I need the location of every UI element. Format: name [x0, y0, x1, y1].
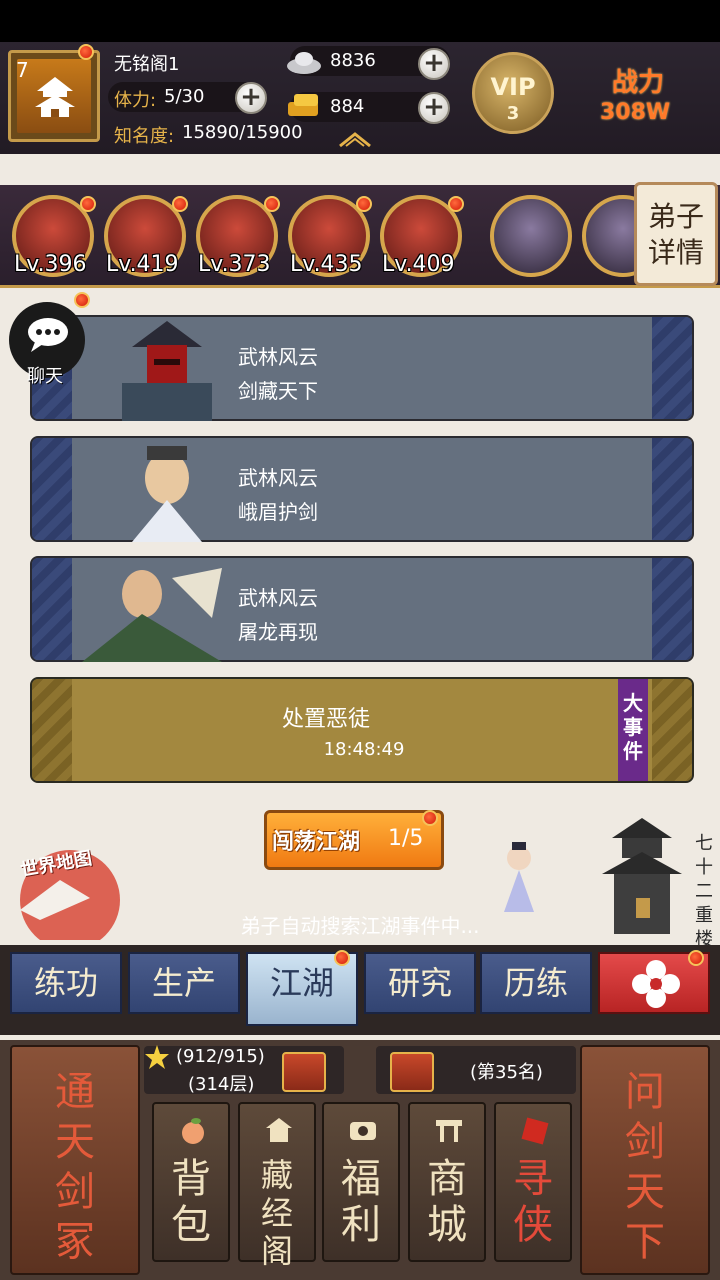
- notification-dot: [334, 950, 350, 966]
- right-big-label: 问剑天下: [625, 1069, 665, 1265]
- event-subtitle: 屠龙再现: [238, 620, 318, 644]
- wander-count: 1/5: [388, 826, 424, 851]
- expand-chevron-icon[interactable]: [338, 130, 372, 148]
- add-silver-button[interactable]: +: [418, 48, 450, 80]
- notification-dot: [78, 44, 94, 60]
- power-value: 308W: [600, 100, 671, 125]
- vip-label: VIP: [490, 73, 536, 101]
- status-bar: [0, 0, 720, 42]
- notification-dot: [264, 196, 280, 212]
- stamina-label: 体力:: [114, 90, 157, 111]
- locked-disciple-avatar[interactable]: [490, 195, 572, 277]
- notification-dot: [688, 950, 704, 966]
- disciple-level: Lv.419: [106, 252, 179, 277]
- flower-emblem-icon: [632, 960, 680, 1008]
- tower-progress: (912/915): [176, 1046, 265, 1067]
- disciple-detail-button[interactable]: 弟子详情: [634, 182, 718, 286]
- seek-hero-label: 寻侠: [513, 1156, 553, 1248]
- seek-hero-button[interactable]: 寻侠: [494, 1102, 572, 1262]
- auto-search-status: 弟子自动搜索江湖事件中...: [240, 914, 480, 938]
- shop-label: 商城: [427, 1156, 467, 1248]
- event-subtitle: 峨眉护剑: [238, 500, 318, 524]
- vip-badge[interactable]: VIP 3: [472, 52, 554, 134]
- tower-floor: (314层): [188, 1074, 255, 1095]
- tab-production[interactable]: 生产: [128, 952, 240, 1014]
- scripture-library-label: 藏经阁: [260, 1156, 293, 1270]
- star-icon: [145, 1045, 169, 1069]
- tongtian-sword-tomb-button[interactable]: 通天剑冢: [10, 1045, 140, 1275]
- welfare-label: 福利: [341, 1156, 381, 1248]
- gold-amount: 884: [330, 96, 365, 117]
- player-name: 无铭阁1: [114, 54, 180, 75]
- add-stamina-button[interactable]: +: [235, 82, 267, 114]
- power-label: 战力: [612, 68, 665, 98]
- shop-gate-icon: [436, 1120, 462, 1142]
- event-title: 武林风云: [238, 586, 318, 610]
- disciple-detail-label: 弟子详情: [647, 200, 704, 269]
- notification-dot: [448, 196, 464, 212]
- big-event-tag: 大事件: [618, 679, 648, 781]
- add-gold-button[interactable]: +: [418, 92, 450, 124]
- wander-label: 闯荡江湖: [272, 830, 361, 855]
- scholar-portrait: [82, 568, 222, 662]
- shop-button[interactable]: 商城: [408, 1102, 486, 1262]
- notification-dot: [74, 292, 90, 308]
- big-event-card[interactable]: 处置恶徒 18:48:49: [30, 677, 694, 783]
- notification-dot: [422, 810, 438, 826]
- silver-amount: 8836: [330, 50, 376, 71]
- big-event-title: 处置恶徒: [281, 707, 370, 732]
- stamina-value: 5/30: [164, 86, 205, 107]
- gift-box-icon[interactable]: [282, 1052, 326, 1092]
- disciple-level: Lv.373: [198, 252, 271, 277]
- tab-research[interactable]: 研究: [364, 952, 476, 1014]
- event-card[interactable]: 武林风云 屠龙再现: [30, 556, 694, 662]
- fame-label: 知名度:: [114, 126, 175, 147]
- pagoda-icon: [35, 77, 75, 117]
- event-title: 武林风云: [238, 345, 318, 369]
- event-card[interactable]: 武林风云 峨眉护剑: [30, 436, 694, 542]
- vip-level: 3: [506, 103, 520, 124]
- event-title: 武林风云: [238, 466, 318, 490]
- event-card[interactable]: 武林风云 剑藏天下: [30, 315, 694, 421]
- player-level: 7: [16, 58, 29, 82]
- disciple-level: Lv.409: [382, 252, 455, 277]
- backpack-label: 背包: [171, 1156, 211, 1248]
- coin-icon: [350, 1122, 376, 1140]
- wandering-character-sprite: [504, 842, 534, 912]
- gift-box-icon[interactable]: [390, 1052, 434, 1092]
- tab-training[interactable]: 练功: [10, 952, 122, 1014]
- samurai-portrait: [122, 321, 212, 421]
- chat-label: 聊天: [27, 366, 63, 387]
- red-seal-icon: [521, 1117, 549, 1145]
- event-subtitle: 剑藏天下: [238, 379, 318, 403]
- peach-icon: [182, 1118, 204, 1144]
- scripture-library-button[interactable]: 藏经阁: [238, 1102, 316, 1270]
- disciple-level: Lv.435: [290, 252, 363, 277]
- big-event-timer: 18:48:49: [323, 739, 405, 760]
- wenjian-tianxia-button[interactable]: 问剑天下: [580, 1045, 710, 1275]
- notification-dot: [356, 196, 372, 212]
- left-big-label: 通天剑冢: [55, 1069, 95, 1265]
- rank-value: (第35名): [470, 1062, 543, 1083]
- welfare-button[interactable]: 福利: [322, 1102, 400, 1262]
- notification-dot: [172, 196, 188, 212]
- fame-value: 15890/15900: [182, 122, 303, 143]
- chat-bubble-icon: [28, 318, 68, 352]
- silver-ingot-icon: [287, 52, 321, 74]
- disciple-level: Lv.396: [14, 252, 87, 277]
- backpack-button[interactable]: 背包: [152, 1102, 230, 1262]
- notification-dot: [80, 196, 96, 212]
- gold-ingot-icon: [288, 94, 318, 116]
- pavilion-icon: [266, 1118, 292, 1142]
- tab-experience[interactable]: 历练: [480, 952, 592, 1014]
- monk-portrait: [132, 446, 202, 542]
